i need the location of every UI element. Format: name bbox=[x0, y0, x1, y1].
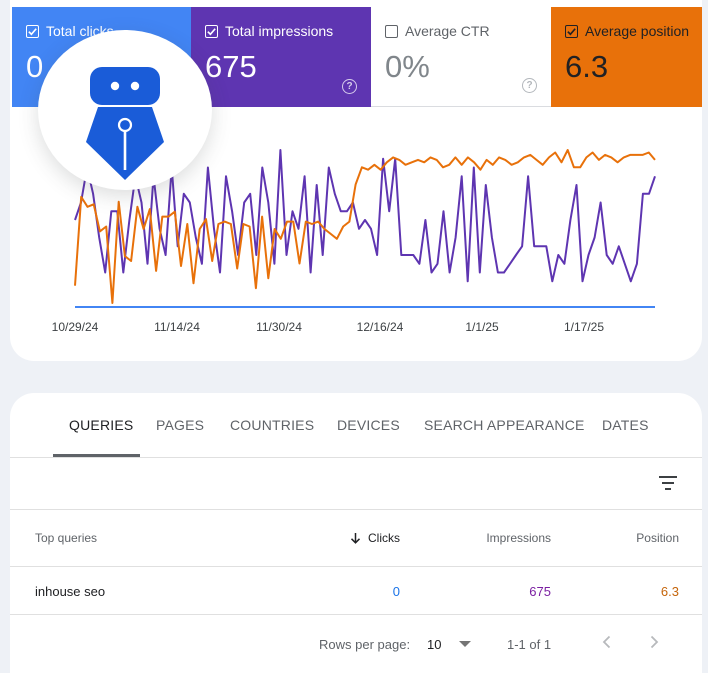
chevron-right-icon[interactable] bbox=[646, 634, 662, 650]
performance-chart-card: Total clicks 0 ? Total impressions 675 ?… bbox=[10, 0, 702, 361]
metric-label-average-ctr: Average CTR bbox=[385, 23, 490, 39]
clicks-cell: 0 bbox=[392, 584, 400, 599]
impressions-cell: 675 bbox=[529, 584, 551, 599]
x-axis-tick-label: 1/17/25 bbox=[563, 320, 605, 334]
metric-value-average-ctr: 0% bbox=[385, 49, 430, 84]
filter-icon[interactable] bbox=[658, 474, 678, 492]
position-cell: 6.3 bbox=[660, 584, 679, 599]
metric-name: Average CTR bbox=[405, 23, 490, 39]
pagination-bar: Rows per page: 10 1-1 of 1 bbox=[10, 615, 702, 673]
metric-name: Average position bbox=[585, 23, 690, 39]
x-axis-tick-label: 12/16/24 bbox=[356, 320, 404, 334]
chevron-left-icon[interactable] bbox=[599, 634, 615, 650]
column-header-impressions[interactable]: Impressions bbox=[486, 531, 551, 545]
metric-card-average-ctr[interactable]: Average CTR 0% ? bbox=[371, 7, 551, 107]
dimension-tabs: QUERIES PAGES COUNTRIES DEVICES SEARCH A… bbox=[10, 393, 702, 458]
tab-dates[interactable]: DATES bbox=[602, 417, 649, 433]
tab-queries[interactable]: QUERIES bbox=[69, 417, 133, 433]
x-axis-tick-label: 10/29/24 bbox=[51, 320, 99, 334]
query-cell[interactable]: inhouse seo bbox=[35, 584, 105, 599]
column-header-clicks-label: Clicks bbox=[368, 531, 400, 545]
table-row[interactable]: inhouse seo 0 675 6.3 bbox=[10, 567, 702, 615]
dropdown-arrow-icon bbox=[459, 640, 472, 647]
metric-label-total-impressions: Total impressions bbox=[205, 23, 333, 39]
x-axis-tick-label: 11/30/24 bbox=[256, 320, 302, 334]
x-axis-tick-label: 1/1/25 bbox=[465, 320, 499, 334]
column-header-clicks[interactable]: Clicks bbox=[350, 531, 400, 545]
metric-value-average-position: 6.3 bbox=[565, 49, 609, 84]
x-axis-tick-label: 11/14/24 bbox=[154, 320, 200, 334]
metric-value-total-impressions: 675 bbox=[205, 49, 257, 84]
tab-devices[interactable]: DEVICES bbox=[337, 417, 400, 433]
arrow-down-sort-icon bbox=[350, 533, 361, 544]
rows-per-page-select[interactable]: 10 bbox=[427, 631, 472, 657]
queries-table-card: QUERIES PAGES COUNTRIES DEVICES SEARCH A… bbox=[10, 393, 702, 673]
checkbox-checked-icon[interactable] bbox=[565, 24, 578, 38]
tab-pages[interactable]: PAGES bbox=[156, 417, 204, 433]
tab-search-appearance[interactable]: SEARCH APPEARANCE bbox=[424, 417, 585, 433]
metric-card-total-impressions[interactable]: Total impressions 675 ? bbox=[191, 7, 371, 107]
rows-per-page-label: Rows per page: bbox=[319, 637, 411, 652]
column-header-position[interactable]: Position bbox=[636, 531, 679, 545]
tab-countries[interactable]: COUNTRIES bbox=[230, 417, 314, 433]
column-header-top-queries[interactable]: Top queries bbox=[35, 531, 97, 545]
metric-label-average-position: Average position bbox=[565, 23, 689, 39]
checkbox-unchecked-icon[interactable] bbox=[385, 24, 398, 38]
help-icon[interactable]: ? bbox=[342, 79, 357, 94]
active-tab-indicator bbox=[53, 454, 140, 457]
table-header: Top queries Clicks Impressions Position bbox=[10, 510, 702, 567]
rows-per-page-value: 10 bbox=[427, 636, 442, 652]
metric-name: Total impressions bbox=[225, 23, 334, 39]
table-toolbar bbox=[10, 458, 702, 510]
page-range: 1-1 of 1 bbox=[507, 637, 552, 652]
logo-badge bbox=[38, 30, 212, 190]
help-icon[interactable]: ? bbox=[522, 78, 537, 93]
fountain-pen-robot-logo-icon bbox=[86, 67, 164, 180]
metric-card-average-position[interactable]: Average position 6.3 bbox=[551, 7, 702, 107]
